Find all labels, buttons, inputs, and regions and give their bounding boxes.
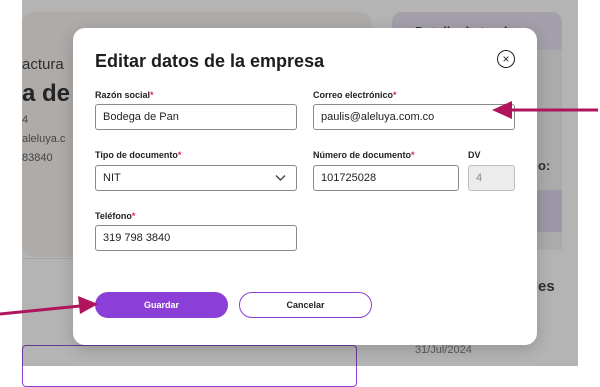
phone-value: 319 798 3840 — [103, 232, 171, 244]
email-value: paulis@aleluya.com.co — [321, 111, 435, 123]
modal-title: Editar datos de la empresa — [95, 51, 325, 71]
email-input[interactable]: paulis@aleluya.com.co — [313, 104, 515, 130]
document-number-input[interactable]: 101725028 — [313, 165, 459, 191]
document-number-label: Número de documento* — [313, 150, 415, 160]
document-type-label: Tipo de documento* — [95, 150, 182, 160]
arrow-to-save-icon — [0, 296, 98, 316]
cancel-button[interactable]: Cancelar — [239, 292, 372, 318]
dv-label: DV — [468, 150, 481, 160]
arrow-to-email-icon — [492, 101, 598, 119]
phone-label: Teléfono* — [95, 211, 136, 221]
document-type-value: NIT — [103, 172, 121, 184]
dv-input: 4 — [468, 165, 515, 191]
document-number-value: 101725028 — [321, 172, 377, 184]
edit-company-modal: Editar datos de la empresa × Razón socia… — [73, 28, 537, 345]
dv-value: 4 — [476, 172, 483, 184]
close-icon[interactable]: × — [497, 50, 515, 68]
right-margin — [578, 0, 600, 366]
phone-input[interactable]: 319 798 3840 — [95, 225, 297, 251]
razon-social-input[interactable]: Bodega de Pan — [95, 104, 297, 130]
razon-social-label: Razón social* — [95, 90, 154, 100]
document-type-select[interactable]: NIT — [95, 165, 297, 191]
email-label: Correo electrónico* — [313, 90, 397, 100]
save-button[interactable]: Guardar — [95, 292, 228, 318]
razon-social-value: Bodega de Pan — [103, 111, 179, 123]
chevron-down-icon — [275, 175, 286, 181]
